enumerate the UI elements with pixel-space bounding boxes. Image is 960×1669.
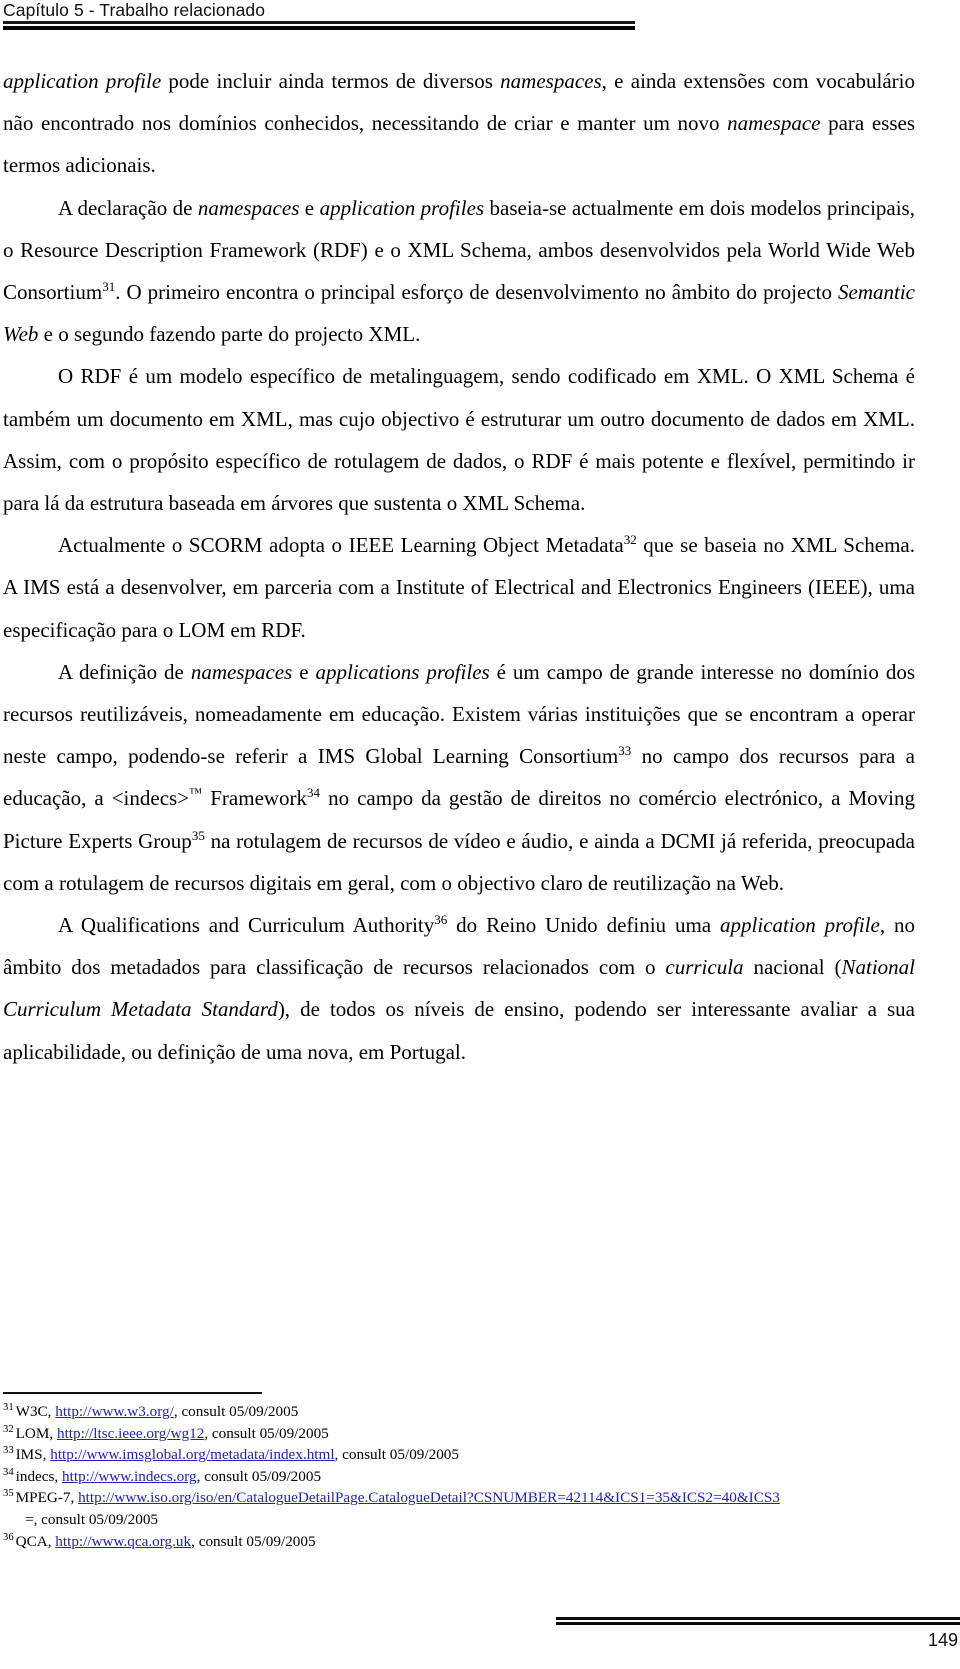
footnote-number: 36 [3, 1531, 14, 1543]
header-divider-rule [3, 21, 635, 30]
term-application-profile: application profile [3, 69, 162, 93]
paragraph-text: . O primeiro encontra o principal esforç… [115, 280, 839, 305]
footnote-consult-date: , consult 05/09/2005 [204, 1424, 329, 1442]
footnote-number: 32 [3, 1423, 14, 1435]
term-application-profiles: application profiles [319, 195, 485, 220]
paragraph-qca: A Qualifications and Curriculum Authorit… [3, 904, 915, 1073]
footnote-consult-date: , consult 05/09/2005 [191, 1532, 316, 1550]
paragraph-text: Actualmente o SCORM adopta o IEEE Learni… [58, 533, 624, 558]
paragraph-text: A declaração de [58, 195, 198, 220]
footnote-link[interactable]: http://www.iso.org/iso/en/CatalogueDetai… [78, 1489, 780, 1506]
footnote-source: LOM, [15, 1424, 57, 1442]
paragraph-text: Framework [202, 786, 308, 811]
paragraph-text: e [299, 195, 320, 220]
footnote-link[interactable]: http://www.imsglobal.org/metadata/index.… [50, 1446, 334, 1463]
footnote-marker-33[interactable]: 33 [618, 743, 631, 758]
footnote-link[interactable]: http://www.qca.org.uk [55, 1533, 191, 1550]
body-text-column: application profile pode incluir ainda t… [3, 60, 915, 1073]
term-namespaces: namespaces [190, 659, 293, 684]
footnote-marker-36[interactable]: 36 [434, 912, 447, 927]
paragraph-declaracao-namespaces: A declaração de namespaces e application… [3, 187, 915, 356]
footnote-marker-31[interactable]: 31 [102, 279, 115, 294]
footnote-marker-32[interactable]: 32 [624, 532, 637, 547]
page-footer: 149 [0, 1603, 960, 1669]
footnote-consult-date: , consult 05/09/2005 [173, 1403, 299, 1420]
chapter-title: Capítulo 5 - Trabalho relacionado [3, 0, 266, 20]
paragraph-text: e o segundo fazendo parte do projecto XM… [38, 322, 421, 347]
footnote-link[interactable]: http://www.indecs.org [62, 1468, 197, 1485]
footnote-number: 34 [3, 1466, 14, 1478]
footnote-consult-date: , consult 05/09/2005 [196, 1467, 322, 1485]
paragraph-text: do Reino Unido definiu uma [447, 913, 721, 938]
term-application-profile: application profile [720, 913, 880, 938]
footnote-consult-date: , consult 05/09/2005 [33, 1510, 159, 1528]
footnote-marker-34[interactable]: 34 [307, 785, 320, 800]
footnote-source: indecs, [15, 1467, 63, 1485]
footnote-marker-35[interactable]: 35 [192, 828, 205, 843]
footnote-entry-35-continuation: =, consult 05/09/2005 [3, 1509, 948, 1531]
paragraph-scorm-ieee: Actualmente o SCORM adopta o IEEE Learni… [3, 524, 915, 651]
footnote-entry-32: 32 LOM, http://ltsc.ieee.org/wg12, consul… [3, 1423, 948, 1445]
footnote-entry-33: 33 IMS, http://www.imsglobal.org/metadata… [3, 1444, 948, 1466]
footnote-link[interactable]: http://www.w3.org/ [55, 1403, 174, 1420]
paragraph-text: O RDF é um modelo específico de metaling… [3, 364, 915, 516]
footnote-source: W3C, [15, 1403, 56, 1420]
footnote-source: QCA, [15, 1532, 56, 1550]
paragraph-text: e [292, 659, 316, 684]
footnote-number: 33 [3, 1445, 14, 1457]
footnote-source: IMS, [15, 1446, 51, 1464]
footnote-consult-date: , consult 05/09/2005 [334, 1446, 459, 1464]
footnote-entry-31: 31 W3C, http://www.w3.org/, consult 05/09… [3, 1401, 948, 1423]
term-namespace: namespace [727, 111, 821, 136]
footnote-number: 35 [3, 1488, 14, 1500]
paragraph-text: A Qualifications and Curriculum Authorit… [58, 913, 435, 938]
document-page: Capítulo 5 - Trabalho relacionado applic… [0, 0, 960, 1669]
footnote-url-tail: = [25, 1510, 34, 1528]
footnote-separator-rule [3, 1392, 262, 1394]
footnote-number: 31 [3, 1401, 14, 1413]
footnote-entry-35: 35 MPEG-7, http://www.iso.org/iso/en/Cata… [3, 1487, 948, 1509]
term-namespaces: namespaces [500, 69, 602, 93]
trademark-symbol: ™ [189, 785, 203, 801]
footnotes-section: 31 W3C, http://www.w3.org/, consult 05/09… [3, 1392, 948, 1552]
paragraph-text: nacional ( [743, 955, 842, 980]
paragraph-rdf-modelo: O RDF é um modelo específico de metaling… [3, 355, 915, 524]
paragraph-definicao-namespaces: A definição de namespaces e applications… [3, 651, 915, 904]
running-header: Capítulo 5 - Trabalho relacionado [3, 0, 960, 36]
footnote-entry-34: 34 indecs, http://www.indecs.org, consult… [3, 1466, 948, 1488]
footer-divider-rule [556, 1617, 960, 1625]
paragraph-text: A definição de [58, 659, 191, 684]
paragraph-text: pode incluir ainda termos de diversos [161, 69, 501, 93]
footnote-entry-36: 36 QCA, http://www.qca.org.uk, consult 05… [3, 1531, 948, 1553]
page-number: 149 [927, 1630, 958, 1650]
paragraph-application-profile: application profile pode incluir ainda t… [3, 60, 915, 187]
footnote-link[interactable]: http://ltsc.ieee.org/wg12 [57, 1425, 204, 1442]
footnote-source: MPEG-7, [15, 1489, 79, 1507]
term-applications-profiles: applications profiles [315, 659, 490, 684]
term-namespaces: namespaces [197, 195, 300, 220]
term-curricula: curricula [665, 955, 744, 980]
